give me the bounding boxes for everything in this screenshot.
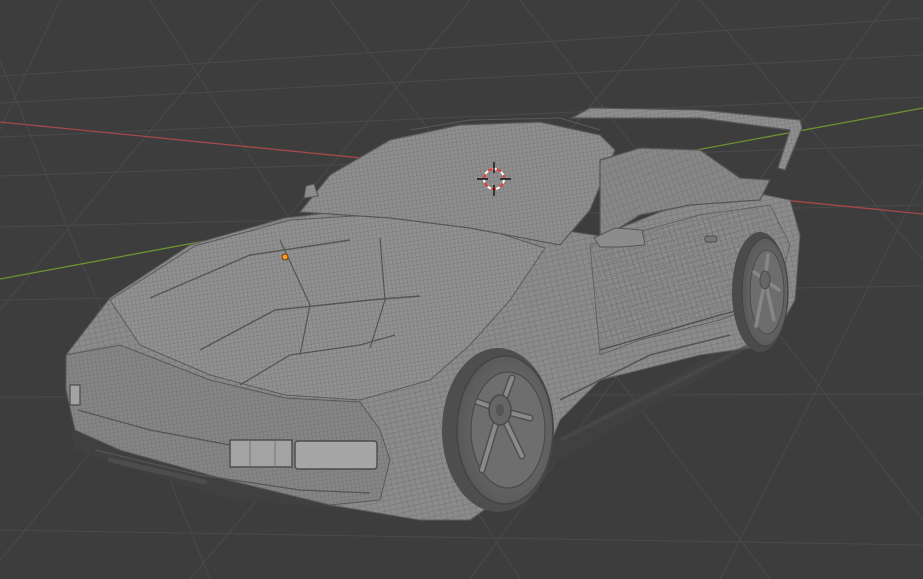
3d-viewport[interactable] bbox=[0, 0, 923, 579]
side-mirror-left bbox=[303, 183, 319, 199]
object-origin[interactable] bbox=[281, 253, 289, 261]
headlight-left bbox=[69, 384, 81, 406]
front-wheel bbox=[442, 348, 554, 512]
headlight-right bbox=[229, 439, 293, 468]
viewport-canvas[interactable] bbox=[0, 0, 923, 579]
headlight-right-inner bbox=[294, 440, 378, 470]
rear-wheel bbox=[732, 232, 789, 352]
